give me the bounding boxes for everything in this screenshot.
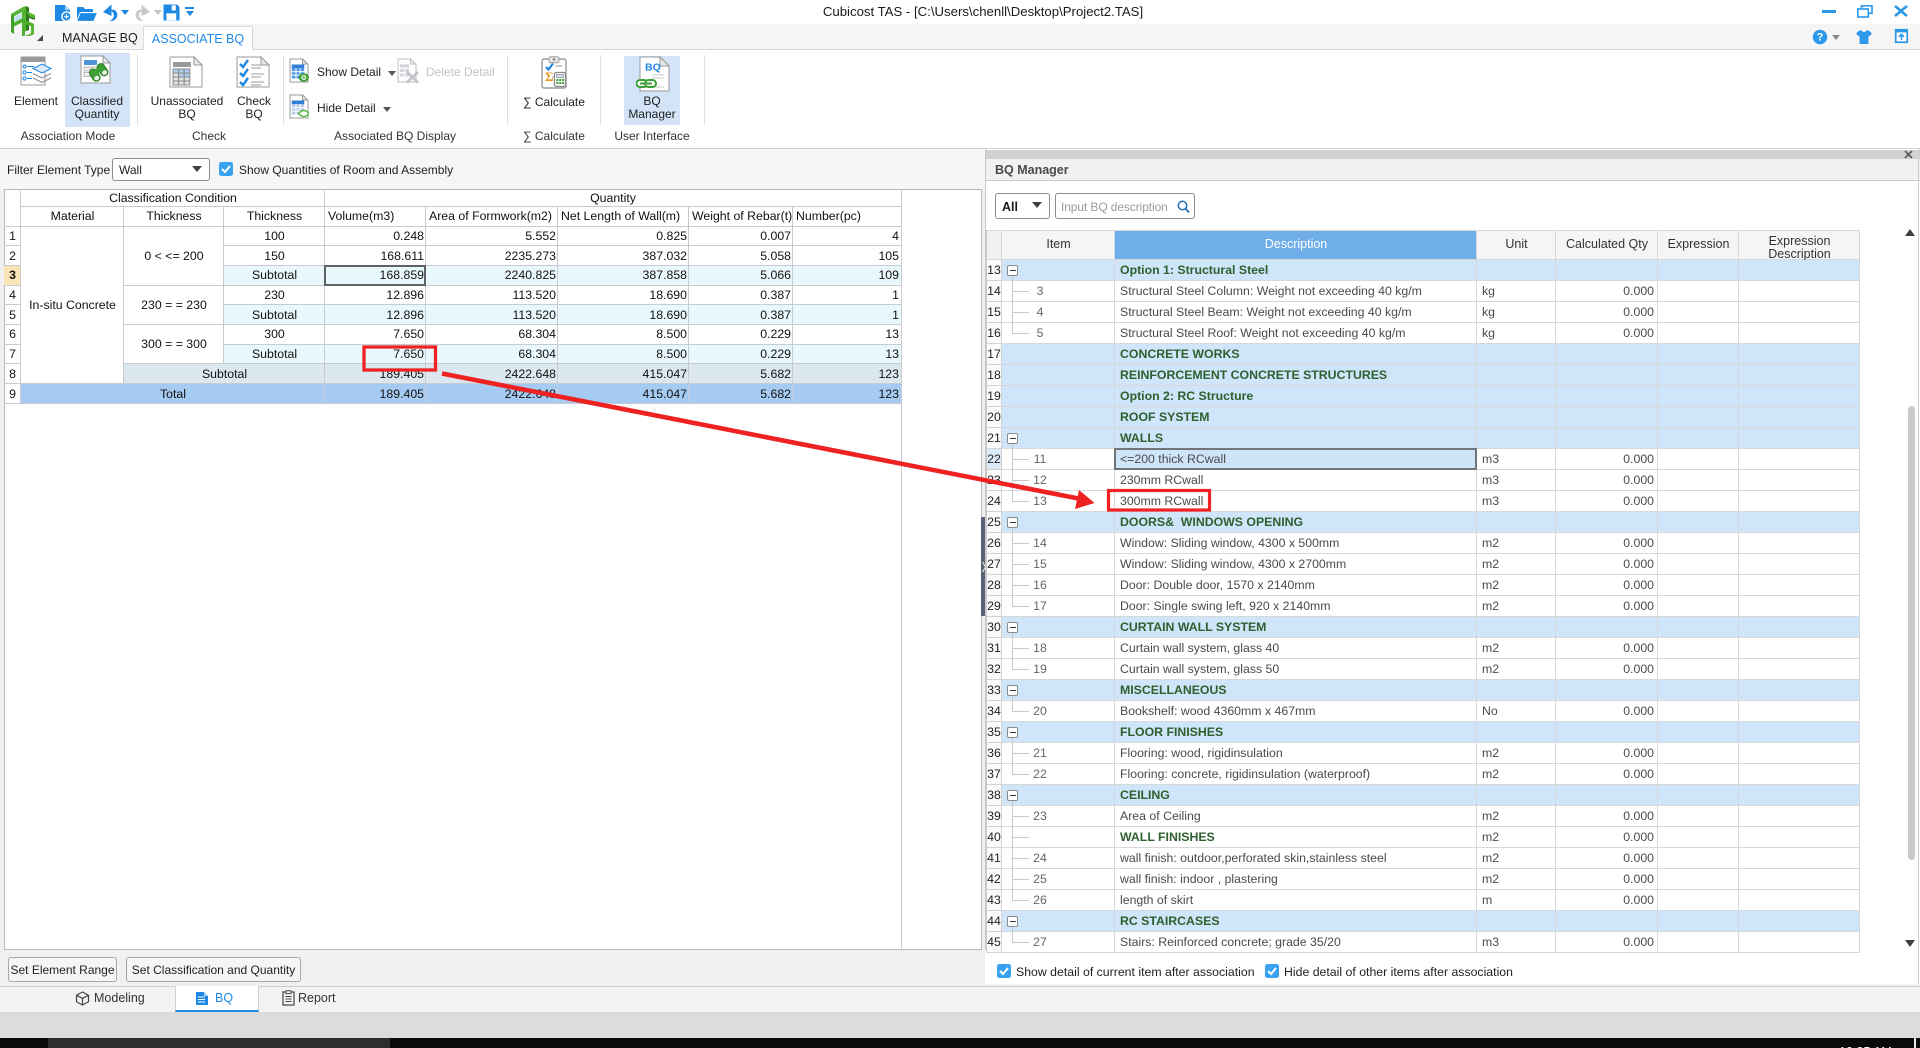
svg-text:Σ: Σ bbox=[545, 69, 554, 84]
svg-text:BQ: BQ bbox=[645, 62, 661, 74]
svg-text:?: ? bbox=[1817, 32, 1824, 44]
